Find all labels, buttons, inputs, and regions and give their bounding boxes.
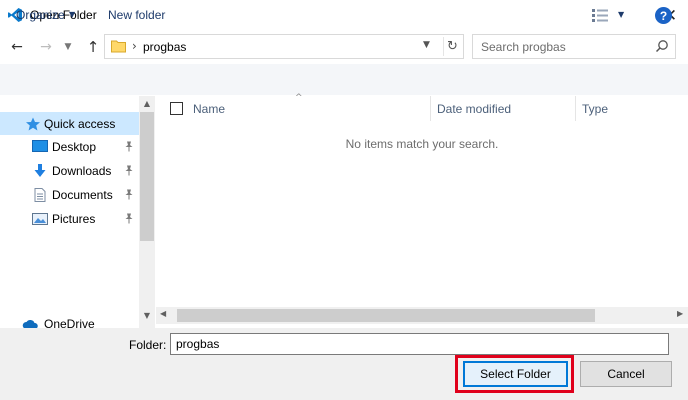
breadcrumb-item[interactable]: progbas bbox=[143, 40, 186, 54]
refresh-icon: ↻ bbox=[447, 39, 458, 54]
column-header-type[interactable]: Type bbox=[582, 102, 608, 116]
address-bar[interactable]: › progbas ▼ ↻ bbox=[104, 34, 464, 59]
up-button[interactable]: ↑ bbox=[83, 37, 103, 57]
star-icon bbox=[26, 117, 40, 131]
recent-locations-button[interactable]: ▼ bbox=[61, 37, 75, 57]
refresh-button[interactable]: ↻ bbox=[443, 37, 461, 56]
new-folder-button[interactable]: New folder bbox=[108, 8, 165, 22]
search-icon bbox=[655, 40, 668, 53]
scroll-left-icon[interactable]: ◀ bbox=[160, 309, 166, 318]
pin-icon bbox=[125, 165, 133, 176]
empty-state-message: No items match your search. bbox=[345, 137, 499, 151]
title-bar bbox=[0, 0, 688, 31]
nav-item-quick-access[interactable]: Quick access bbox=[0, 113, 139, 135]
scroll-down-icon[interactable]: ▼ bbox=[140, 311, 154, 320]
arrow-left-icon: ← bbox=[11, 39, 23, 55]
scroll-right-icon[interactable]: ▶ bbox=[677, 309, 683, 318]
nav-item-documents[interactable]: Documents bbox=[0, 184, 139, 206]
column-header-date-modified[interactable]: Date modified bbox=[437, 102, 511, 116]
chevron-down-icon[interactable]: ▼ bbox=[423, 40, 430, 50]
toolbar bbox=[0, 64, 688, 95]
folder-name-input[interactable] bbox=[170, 333, 669, 355]
horizontal-scroll-thumb[interactable] bbox=[177, 309, 595, 322]
nav-item-label: Documents bbox=[52, 188, 113, 202]
column-divider[interactable] bbox=[575, 96, 576, 121]
nav-item-label: OneDrive bbox=[44, 317, 95, 328]
sort-up-icon: ^ bbox=[295, 93, 303, 103]
cloud-icon bbox=[22, 320, 38, 328]
nav-item-label: Desktop bbox=[52, 140, 97, 154]
nav-item-desktop[interactable]: Desktop bbox=[0, 136, 139, 158]
nav-scroll-thumb[interactable] bbox=[140, 112, 154, 241]
column-divider[interactable] bbox=[430, 96, 431, 121]
nav-item-downloads[interactable]: Downloads bbox=[0, 160, 139, 182]
organize-button[interactable]: Organize bbox=[16, 8, 65, 22]
nav-item-label: Quick access bbox=[44, 117, 116, 131]
caret-down-icon[interactable]: ▼ bbox=[618, 10, 624, 19]
pictures-icon bbox=[32, 213, 48, 225]
search-box[interactable] bbox=[472, 34, 676, 59]
select-folder-button[interactable]: Select Folder bbox=[463, 361, 568, 387]
select-all-checkbox[interactable] bbox=[170, 102, 183, 115]
arrow-right-icon: → bbox=[40, 39, 52, 55]
view-options-icon[interactable] bbox=[592, 9, 608, 22]
folder-label: Folder: bbox=[129, 338, 167, 352]
search-input[interactable] bbox=[481, 39, 651, 55]
nav-item-onedrive[interactable]: OneDrive bbox=[0, 313, 139, 328]
desktop-icon bbox=[32, 140, 48, 152]
pin-icon bbox=[125, 189, 133, 200]
forward-button[interactable]: → bbox=[36, 37, 56, 57]
cancel-button[interactable]: Cancel bbox=[580, 361, 672, 387]
back-button[interactable]: ← bbox=[7, 37, 27, 57]
chevron-down-icon: ▼ bbox=[64, 42, 72, 52]
nav-item-label: Downloads bbox=[52, 164, 112, 178]
scroll-up-icon[interactable]: ▲ bbox=[140, 99, 154, 108]
breadcrumb-separator: › bbox=[132, 39, 137, 53]
column-header-name[interactable]: Name bbox=[193, 102, 225, 116]
nav-item-pictures[interactable]: Pictures bbox=[0, 208, 139, 230]
pin-icon bbox=[125, 141, 133, 152]
pin-icon bbox=[125, 213, 133, 224]
navigation-pane: Quick access Desktop Downloads Documents bbox=[0, 96, 155, 328]
download-icon bbox=[34, 164, 46, 177]
help-button[interactable]: ? bbox=[655, 7, 672, 24]
arrow-up-icon: ↑ bbox=[86, 38, 100, 56]
documents-icon bbox=[34, 188, 46, 202]
folder-icon bbox=[111, 40, 126, 53]
file-list bbox=[156, 96, 688, 328]
nav-item-label: Pictures bbox=[52, 212, 96, 226]
caret-down-icon[interactable]: ▼ bbox=[69, 10, 75, 19]
